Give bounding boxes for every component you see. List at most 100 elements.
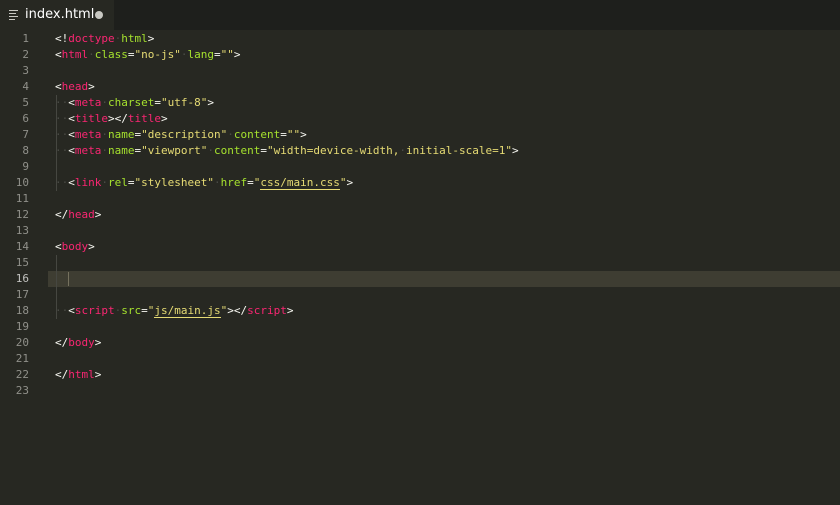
line-code: ··<link·rel="stylesheet"·href="css/main.… bbox=[55, 175, 353, 191]
token-link[interactable]: js/main.js bbox=[154, 304, 221, 318]
code-line[interactable]: 13 bbox=[0, 223, 840, 239]
token-punc: = bbox=[213, 48, 221, 61]
token-tag: meta bbox=[74, 144, 102, 157]
code-line[interactable]: 7 ··<meta·name="description"·content=""> bbox=[0, 127, 840, 143]
token-punc: > bbox=[300, 128, 307, 141]
code-line[interactable]: 4 <head> bbox=[0, 79, 840, 95]
token-dot: · bbox=[88, 48, 95, 61]
token-attr: src bbox=[121, 304, 142, 317]
code-line[interactable]: 12 </head> bbox=[0, 207, 840, 223]
tab-index-html[interactable]: index.html bbox=[0, 0, 114, 30]
code-line[interactable]: 1 <!doctype·html> bbox=[0, 31, 840, 47]
code-line[interactable]: 19 bbox=[0, 319, 840, 335]
token-punc: = bbox=[154, 96, 161, 109]
token-str: initial-scale=1" bbox=[406, 144, 513, 157]
token-tag: meta bbox=[74, 128, 102, 141]
token-str: "width=device-width, bbox=[266, 144, 400, 157]
token-link[interactable]: css/main.css bbox=[260, 176, 340, 190]
line-code: ··<meta·name="viewport"·content="width=d… bbox=[55, 143, 519, 159]
code-line[interactable]: 17 bbox=[0, 287, 840, 303]
token-punc: > bbox=[207, 96, 214, 109]
line-number: 8 bbox=[22, 144, 29, 157]
line-code: ··<meta·name="description"·content=""> bbox=[55, 127, 307, 143]
token-punc: = bbox=[141, 304, 148, 317]
code-line[interactable]: 10 ··<link·rel="stylesheet"·href="css/mai… bbox=[0, 175, 840, 191]
token-punc: = bbox=[260, 144, 267, 157]
code-line[interactable]: 6 ··<title></title> bbox=[0, 111, 840, 127]
code-line[interactable]: 18 ··<script·src="js/main.js"></script> bbox=[0, 303, 840, 319]
token-punc: > bbox=[161, 112, 168, 125]
token-tag: meta bbox=[74, 96, 102, 109]
line-code: <html·class="no-js"·lang=""> bbox=[55, 47, 240, 63]
token-attr: name bbox=[108, 144, 135, 157]
token-punc: < bbox=[68, 96, 75, 109]
token-dot: · bbox=[101, 128, 108, 141]
token-tag: body bbox=[68, 336, 95, 349]
line-number: 14 bbox=[15, 240, 29, 253]
token-punc: </ bbox=[55, 336, 69, 349]
unsaved-dot-icon[interactable] bbox=[95, 11, 103, 19]
code-line[interactable]: 15 bbox=[0, 255, 840, 271]
token-attr: rel bbox=[108, 176, 128, 189]
code-line[interactable]: 11 bbox=[0, 191, 840, 207]
line-number: 22 bbox=[15, 368, 29, 381]
code-line[interactable]: 3 bbox=[0, 63, 840, 79]
line-number: 1 bbox=[22, 32, 29, 45]
token-str: "" bbox=[286, 128, 301, 141]
token-punc: = bbox=[127, 48, 135, 61]
code-line[interactable]: 5 ··<meta·charset="utf-8"> bbox=[0, 95, 840, 111]
line-number: 15 bbox=[15, 256, 29, 269]
token-tag: script bbox=[74, 304, 115, 317]
line-number: 10 bbox=[15, 176, 29, 189]
token-attr: lang bbox=[187, 48, 214, 61]
token-tag: head bbox=[68, 208, 95, 221]
token-punc: > bbox=[147, 32, 155, 45]
token-attr: name bbox=[108, 128, 135, 141]
token-punc: ></ bbox=[227, 304, 248, 317]
line-number: 5 bbox=[22, 96, 29, 109]
token-attr: content bbox=[233, 128, 281, 141]
line-number: 9 bbox=[22, 160, 29, 173]
line-number: 20 bbox=[15, 336, 29, 349]
token-punc: < bbox=[55, 48, 62, 61]
line-number: 7 bbox=[22, 128, 29, 141]
token-tag: head bbox=[61, 80, 89, 93]
line-code: <!doctype·html> bbox=[55, 31, 154, 47]
code-line[interactable]: 21 bbox=[0, 351, 840, 367]
line-number: 11 bbox=[15, 192, 29, 205]
code-line[interactable]: 16 bbox=[0, 271, 840, 287]
line-number: 23 bbox=[15, 384, 29, 397]
line-number: 6 bbox=[22, 112, 29, 125]
tab-label: index.html bbox=[25, 7, 95, 22]
code-line[interactable]: 14 <body> bbox=[0, 239, 840, 255]
code-line[interactable]: 2 <html·class="no-js"·lang=""> bbox=[0, 47, 840, 63]
token-attr: html bbox=[121, 32, 148, 45]
token-punc: <! bbox=[55, 32, 69, 45]
token-tag: html bbox=[68, 368, 95, 381]
token-tag: title bbox=[127, 112, 161, 125]
code-editor[interactable]: 1 <!doctype·html> 2 <html·class="no-js"·lan… bbox=[0, 30, 840, 505]
token-dot: ·· bbox=[55, 96, 69, 109]
code-line[interactable]: 20 </body> bbox=[0, 335, 840, 351]
code-line[interactable]: 22 </html> bbox=[0, 367, 840, 383]
token-punc: < bbox=[68, 304, 75, 317]
token-str: "viewport" bbox=[141, 144, 208, 157]
token-dot: · bbox=[207, 144, 214, 157]
token-attr: class bbox=[94, 48, 128, 61]
token-dot: · bbox=[227, 128, 234, 141]
code-line[interactable]: 23 bbox=[0, 383, 840, 399]
lines-icon bbox=[9, 10, 19, 20]
line-number: 3 bbox=[22, 64, 29, 77]
token-dot: ·· bbox=[55, 144, 69, 157]
token-dot: · bbox=[101, 144, 108, 157]
line-number: 4 bbox=[22, 80, 29, 93]
token-punc: < bbox=[68, 128, 75, 141]
token-punc: > bbox=[286, 304, 294, 317]
token-tag: doctype bbox=[68, 32, 115, 45]
token-punc: = bbox=[247, 176, 254, 189]
code-line[interactable]: 8 ··<meta·name="viewport"·content="width=… bbox=[0, 143, 840, 159]
line-code: ··<script·src="js/main.js"></script> bbox=[55, 303, 293, 319]
token-dot: · bbox=[213, 176, 221, 189]
code-line[interactable]: 9 bbox=[0, 159, 840, 175]
text-cursor bbox=[68, 272, 69, 286]
